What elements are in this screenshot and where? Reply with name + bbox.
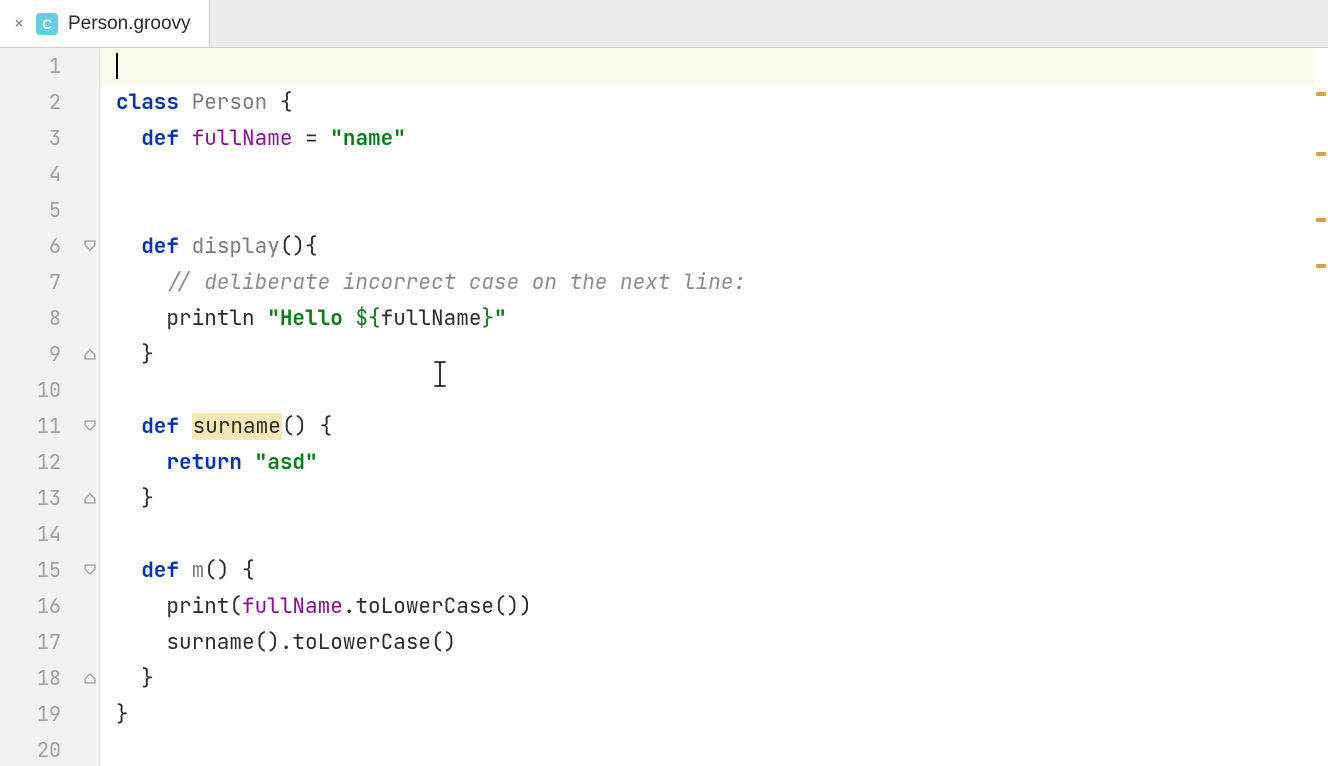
code-line[interactable]: println "Hello ${fullName}" xyxy=(100,300,1328,336)
fold-end-icon[interactable] xyxy=(83,347,97,361)
fold-end-icon[interactable] xyxy=(83,491,97,505)
code-line[interactable]: surname().toLowerCase() xyxy=(100,624,1328,660)
line-number[interactable]: 1 xyxy=(0,48,99,84)
code-line[interactable]: } xyxy=(100,336,1328,372)
line-number[interactable]: 5 xyxy=(0,192,99,228)
highlighted-identifier: surname xyxy=(192,413,282,440)
code-line[interactable]: class Person { xyxy=(100,84,1328,120)
editor-area: 1 2 3 4 5 6 7 8 9 10 11 12 13 14 xyxy=(0,48,1328,766)
line-number[interactable]: 7 xyxy=(0,264,99,300)
close-icon[interactable]: × xyxy=(12,17,26,31)
code-line[interactable]: // deliberate incorrect case on the next… xyxy=(100,264,1328,300)
line-number[interactable]: 17 xyxy=(0,624,99,660)
warning-marker[interactable] xyxy=(1316,264,1326,268)
code-line[interactable]: def fullName = "name" xyxy=(100,120,1328,156)
fold-collapse-icon[interactable] xyxy=(83,563,97,577)
warning-marker[interactable] xyxy=(1316,152,1326,156)
tab-filename: Person.groovy xyxy=(68,13,191,35)
line-number[interactable]: 15 xyxy=(0,552,99,588)
fold-collapse-icon[interactable] xyxy=(83,239,97,253)
line-number[interactable]: 4 xyxy=(0,156,99,192)
line-number[interactable]: 14 xyxy=(0,516,99,552)
error-stripe[interactable] xyxy=(1314,48,1328,766)
text-caret xyxy=(116,53,118,79)
code-line[interactable]: def m() { xyxy=(100,552,1328,588)
gutter: 1 2 3 4 5 6 7 8 9 10 11 12 13 14 xyxy=(0,48,100,766)
code-line[interactable] xyxy=(100,372,1328,408)
warning-marker[interactable] xyxy=(1316,92,1326,96)
code-line[interactable] xyxy=(100,516,1328,552)
line-number[interactable]: 12 xyxy=(0,444,99,480)
line-number[interactable]: 19 xyxy=(0,696,99,732)
code-line[interactable] xyxy=(100,192,1328,228)
line-number[interactable]: 20 xyxy=(0,732,99,766)
code-line[interactable]: return "asd" xyxy=(100,444,1328,480)
line-number[interactable]: 16 xyxy=(0,588,99,624)
editor-tab[interactable]: × C Person.groovy xyxy=(0,0,210,47)
fold-end-icon[interactable] xyxy=(83,671,97,685)
code-editor[interactable]: class Person { def fullName = "name" def… xyxy=(100,48,1328,766)
code-line[interactable] xyxy=(100,48,1328,84)
line-number[interactable]: 2 xyxy=(0,84,99,120)
line-number[interactable]: 10 xyxy=(0,372,99,408)
line-number[interactable]: 9 xyxy=(0,336,99,372)
code-line[interactable]: def surname() { xyxy=(100,408,1328,444)
line-number[interactable]: 3 xyxy=(0,120,99,156)
class-file-icon: C xyxy=(36,13,58,35)
code-line[interactable] xyxy=(100,156,1328,192)
code-line[interactable]: } xyxy=(100,660,1328,696)
fold-collapse-icon[interactable] xyxy=(83,419,97,433)
tab-bar: × C Person.groovy xyxy=(0,0,1328,48)
code-line[interactable] xyxy=(100,732,1328,766)
code-line[interactable]: } xyxy=(100,480,1328,516)
line-number[interactable]: 6 xyxy=(0,228,99,264)
warning-marker[interactable] xyxy=(1316,218,1326,222)
line-number[interactable]: 18 xyxy=(0,660,99,696)
line-number[interactable]: 13 xyxy=(0,480,99,516)
code-line[interactable]: print(fullName.toLowerCase()) xyxy=(100,588,1328,624)
line-number[interactable]: 8 xyxy=(0,300,99,336)
code-line[interactable]: } xyxy=(100,696,1328,732)
line-number[interactable]: 11 xyxy=(0,408,99,444)
code-line[interactable]: def display(){ xyxy=(100,228,1328,264)
